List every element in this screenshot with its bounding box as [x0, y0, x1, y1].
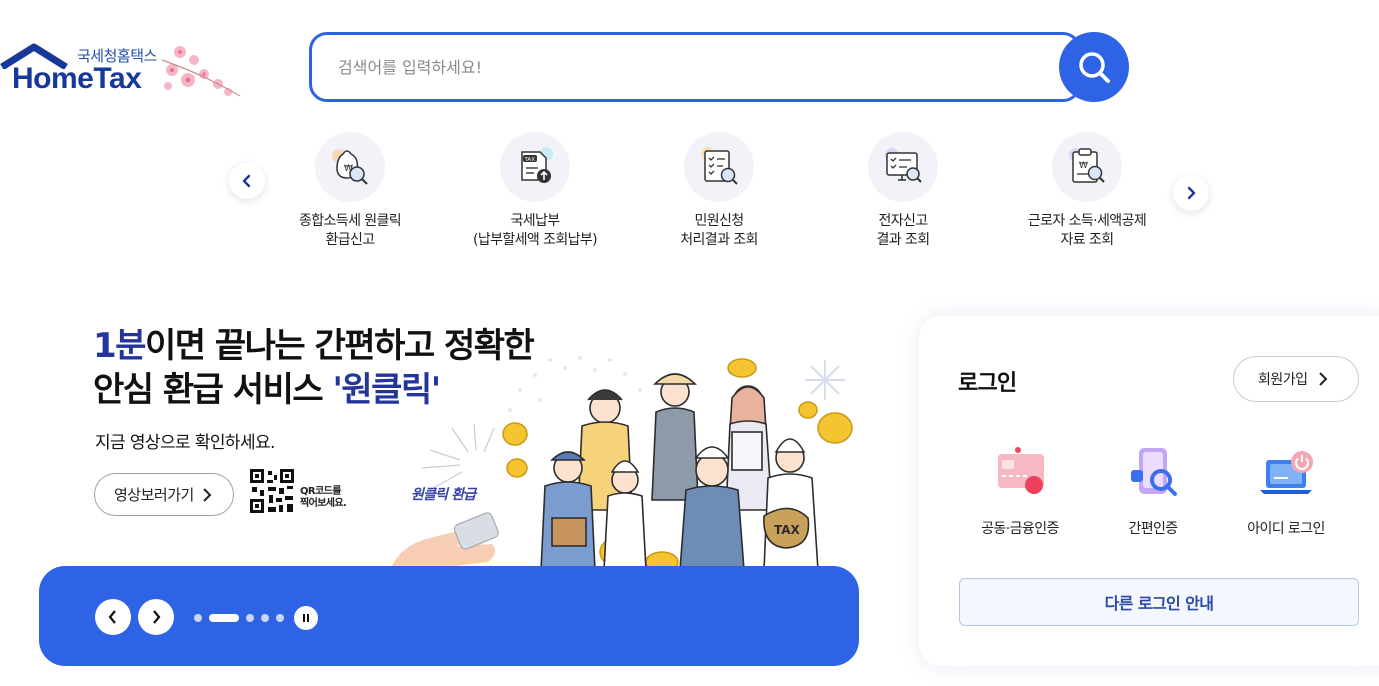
- logo-title: HomeTax: [12, 62, 142, 95]
- banner-slide-dot-2[interactable]: [209, 614, 239, 622]
- watch-video-label: 영상보러가기: [114, 486, 194, 504]
- svg-text:TAX: TAX: [524, 157, 536, 163]
- quick-menu-label: 종합소득세 원클릭 환급신고: [298, 213, 402, 248]
- qr-code-icon: [249, 468, 295, 514]
- chevron-left-icon: [108, 610, 116, 624]
- monitor-checklist-icon: [868, 132, 938, 202]
- quick-menu-item-e-filing-result[interactable]: 전자신고 결과 조회: [811, 132, 995, 250]
- hometax-logo[interactable]: 국세청홈택스 HomeTax: [0, 40, 245, 100]
- login-option-label: 아이디 로그인: [1247, 521, 1325, 537]
- chevron-left-icon: [242, 174, 251, 188]
- quick-menu-label: 국세납부 (납부할세액 조회납부): [472, 213, 598, 248]
- chevron-right-icon: [1318, 372, 1327, 386]
- quick-menu-item-oneclick-refund[interactable]: ₩ 종합소득세 원클릭 환급신고: [258, 132, 442, 250]
- cherry-blossom-icon: [161, 46, 241, 97]
- quick-menu-label: 민원신청 처리결과 조회: [680, 213, 758, 248]
- quick-menu-item-worker-deduction[interactable]: ₩ 근로자 소득·세액공제 자료 조회: [995, 132, 1179, 250]
- banner-prev-button[interactable]: [95, 599, 131, 635]
- certificate-card-icon: [988, 444, 1052, 508]
- tax-document-upload-icon: TAX: [500, 132, 570, 202]
- search-bar: [309, 32, 1081, 102]
- banner-slide-dot-4[interactable]: [261, 614, 269, 622]
- checklist-magnifier-icon: [684, 132, 754, 202]
- phone-magnifier-icon: [1121, 444, 1185, 508]
- search-input[interactable]: [338, 35, 1018, 99]
- banner-pause-button[interactable]: [294, 606, 318, 630]
- watch-video-button[interactable]: 영상보러가기: [94, 473, 234, 516]
- signup-button[interactable]: 회원가입: [1233, 356, 1359, 402]
- chevron-right-icon: [203, 487, 212, 502]
- quick-menu-label: 전자신고 결과 조회: [876, 213, 931, 248]
- login-option-label: 간편인증: [1128, 521, 1178, 537]
- qr-caption: QR코드를 찍어보세요.: [300, 486, 347, 509]
- svg-text:TAX: TAX: [774, 523, 801, 537]
- banner-subtitle: 지금 영상으로 확인하세요.: [95, 433, 275, 453]
- other-login-guide-button[interactable]: 다른 로그인 안내: [959, 578, 1359, 626]
- banner-slide-dot-3[interactable]: [246, 614, 254, 622]
- search-icon: [1079, 52, 1110, 83]
- banner-title: 1분이면 끝나는 간편하고 정확한 안심 환급 서비스 '원클릭': [93, 326, 535, 410]
- login-title: 로그인: [958, 371, 1017, 396]
- banner-next-button[interactable]: [138, 599, 174, 635]
- money-bag-magnifier-icon: ₩: [315, 132, 385, 202]
- pause-icon: [303, 614, 309, 622]
- banner-slide-dot-1[interactable]: [194, 614, 202, 622]
- quick-menu-label: 근로자 소득·세액공제 자료 조회: [1027, 213, 1147, 248]
- login-option-id-login[interactable]: 아이디 로그인: [1216, 444, 1356, 538]
- quick-menu-item-civil-request[interactable]: 민원신청 처리결과 조회: [627, 132, 811, 250]
- chevron-right-icon: [153, 610, 161, 624]
- signup-label: 회원가입: [1258, 372, 1308, 388]
- oneclick-refund-tag: 원클릭 환급: [411, 487, 476, 503]
- chevron-right-icon: [1187, 186, 1196, 200]
- login-option-simple-auth[interactable]: 간편인증: [1083, 444, 1223, 538]
- quick-menu-item-tax-payment[interactable]: TAX 국세납부 (납부할세액 조회납부): [443, 132, 627, 250]
- quick-menu-next-button[interactable]: [1173, 175, 1209, 211]
- banner-slide-dot-5[interactable]: [276, 614, 284, 622]
- clipboard-won-magnifier-icon: ₩: [1052, 132, 1122, 202]
- search-button[interactable]: [1059, 32, 1129, 102]
- svg-text:₩: ₩: [1079, 161, 1088, 171]
- login-option-label: 공동·금융인증: [981, 521, 1059, 537]
- login-option-certificate[interactable]: 공동·금융인증: [950, 444, 1090, 538]
- laptop-power-icon: [1254, 444, 1318, 508]
